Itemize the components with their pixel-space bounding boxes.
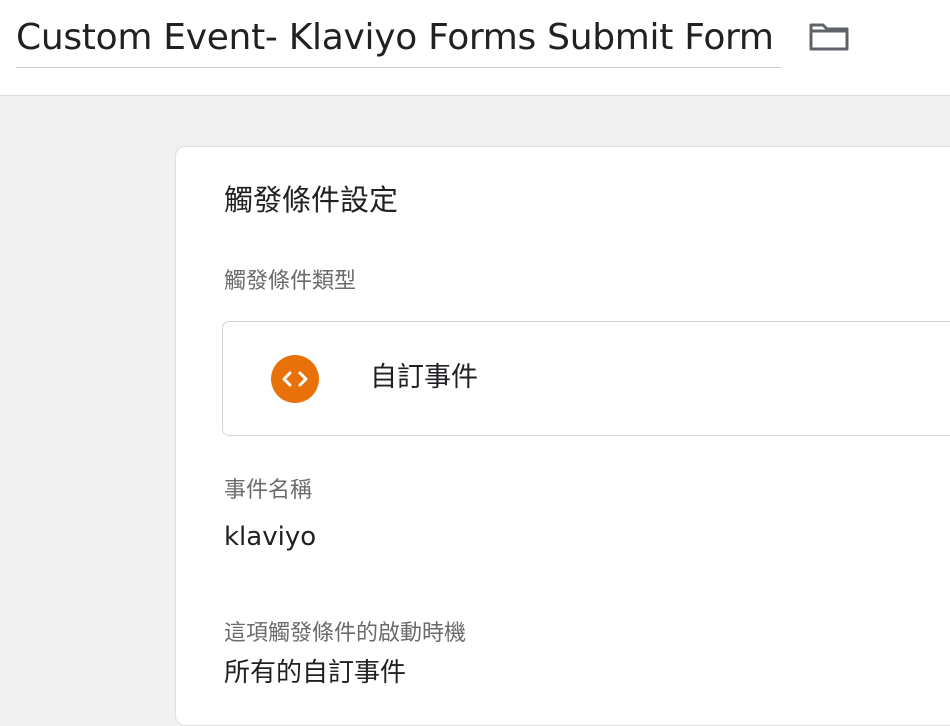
folder-icon[interactable] — [808, 18, 850, 52]
trigger-type-value: 自訂事件 — [370, 362, 478, 393]
trigger-title[interactable]: Custom Event- Klaviyo Forms Submit Form — [16, 14, 774, 62]
trigger-configuration-title: 觸發條件設定 — [224, 183, 399, 217]
event-name-label: 事件名稱 — [224, 478, 313, 503]
fires-on-label: 這項觸發條件的啟動時機 — [224, 621, 467, 646]
trigger-configuration-card: 觸發條件設定 觸發條件類型 自訂事件 事件名稱 klaviyo 這項觸發條件的啟… — [175, 146, 950, 726]
trigger-type-selector[interactable]: 自訂事件 — [222, 321, 950, 436]
trigger-name-field[interactable]: Custom Event- Klaviyo Forms Submit Form — [16, 10, 781, 68]
code-brackets-icon — [271, 355, 319, 403]
top-bar: Custom Event- Klaviyo Forms Submit Form — [0, 0, 950, 96]
trigger-type-label: 觸發條件類型 — [224, 269, 357, 294]
fires-on-value: 所有的自訂事件 — [224, 658, 407, 688]
event-name-value: klaviyo — [224, 522, 317, 552]
